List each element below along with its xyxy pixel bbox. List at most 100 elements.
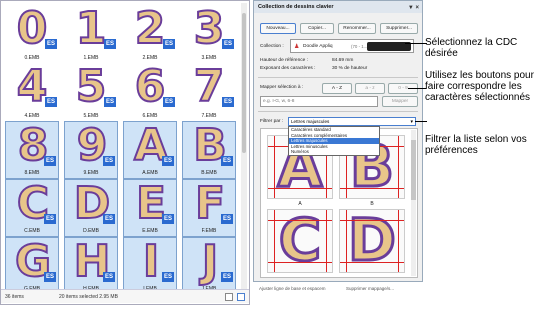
callout-filter: Filtrer la liste selon vos préférences [425,134,527,156]
exponent-value: 30 % de hauteur [332,66,368,71]
chevron-down-icon: ▾ [410,119,413,125]
design-tile[interactable]: 5 ES 5.EMB [64,63,118,121]
mapping-input[interactable]: e.g. I-G, w, 6-8 [260,96,378,107]
tile-filename: B.EMB [201,170,217,176]
es-file-icon: ES [162,156,174,166]
design-tile[interactable]: 0 ES 0.EMB [5,5,59,63]
rename-button[interactable]: Renommer... [338,23,376,34]
callout-map-buttons: Utilisez les boutons pour faire correspo… [425,70,534,103]
copy-button[interactable]: Copier... [300,23,334,34]
tile-filename: 8.EMB [24,170,40,176]
design-tile[interactable]: IESI.EMB [123,237,177,295]
design-tile[interactable]: 9 ES 9.EMB [64,121,118,179]
panel-pin-close-icon[interactable]: ▼ × [408,2,419,14]
scrollbar-thumb[interactable] [242,13,246,153]
design-tile[interactable]: 6 ES 6.EMB [123,63,177,121]
es-file-icon: ES [222,97,234,107]
divider [258,111,418,112]
es-file-icon: ES [104,39,116,49]
callout-select-collection: Sélectionnez la CDC désirée [425,37,518,59]
es-file-icon: ES [45,39,57,49]
collection-selector[interactable]: ♟ Doodle Appliq (70 - 1... [290,39,414,53]
filter-option[interactable]: Numéros [289,149,379,155]
filter-value: Lettres majuscules [291,119,330,124]
adjust-baseline-button[interactable]: Ajuster ligne de base et espacem [259,286,326,291]
preview-character-cell[interactable]: C [267,209,333,273]
design-tile[interactable]: B ES B.EMB [182,121,236,179]
callout-line [405,43,427,44]
es-file-icon: ES [222,39,234,49]
person-icon: ♟ [294,44,300,50]
filter-dropdown[interactable]: Lettres majuscules ▾ [288,117,416,126]
delete-button[interactable]: Supprimer... [380,23,418,34]
guide-line [268,220,332,221]
new-button[interactable]: Nouveau... [260,23,296,34]
collection-label: Collection : [260,44,284,49]
guide-line [340,262,404,263]
design-tile[interactable]: F ES F.EMB [182,179,236,237]
es-file-icon: ES [103,156,115,166]
tile-filename: 7.EMB [201,113,217,119]
es-file-icon: ES [162,214,174,224]
design-tile[interactable]: JESJ.EMB [182,237,236,295]
remove-mapping-button[interactable]: Supprimer mappage/s... [346,286,394,291]
tile-filename: A.EMB [142,170,158,176]
tile-filename: 6.EMB [142,113,158,119]
guide-line [274,136,275,198]
tile-filename: 4.EMB [24,113,40,119]
es-file-icon: ES [44,214,56,224]
design-tile[interactable]: C ES C.EMB [5,179,59,237]
tile-filename: E.EMB [142,228,158,234]
design-tile[interactable]: E ES E.EMB [123,179,177,237]
panel-title: Collection de dessins clavier ▼ × [254,1,422,13]
es-file-icon: ES [103,214,115,224]
guide-line [398,136,399,198]
es-file-icon: ES [103,272,115,282]
design-tile[interactable]: HESH.EMB [64,237,118,295]
es-file-icon: ES [163,39,175,49]
map-az-button[interactable]: A - Z [322,83,352,94]
es-file-icon: ES [44,272,56,282]
preview-character-cell[interactable]: D [339,209,405,273]
library-scrollbar[interactable] [241,3,247,293]
design-tile[interactable]: 4 ES 4.EMB [5,63,59,121]
map-label: Mapper sélection à : [260,85,304,90]
design-tile[interactable]: A ES A.EMB [123,121,177,179]
tile-filename: D.EMB [83,228,99,234]
guide-line [340,220,404,221]
tile-filename: C.EMB [24,228,40,234]
es-file-icon: ES [221,214,233,224]
design-tile[interactable]: 7 ES 7.EMB [182,63,236,121]
exponent-label: Exposant des caractères : [260,66,316,71]
guide-line [346,210,347,272]
es-file-icon: ES [162,272,174,282]
guide-line [326,210,327,272]
map-button[interactable]: Mapper [382,96,418,107]
design-tile[interactable]: GESG.EMB [5,237,59,295]
list-view-icon[interactable] [225,293,233,301]
design-library-pane: 0 ES 0.EMB 1 ES 1.EMB 2 ES 2.EMB 3 ES 3.EMB 4 ES 4.EMB… [0,0,250,305]
design-tile[interactable]: 2 ES 2.EMB [123,5,177,63]
es-file-icon: ES [44,156,56,166]
design-tile[interactable]: 1 ES 1.EMB [64,5,118,63]
design-tile[interactable]: 3 ES 3.EMB [182,5,236,63]
guide-line [340,188,404,189]
scrollbar-thumb[interactable] [411,140,416,200]
es-file-icon: ES [221,272,233,282]
design-tile[interactable]: 8 ES 8.EMB [5,121,59,179]
design-tile[interactable]: D ES D.EMB [64,179,118,237]
keyboard-collection-panel: Collection de dessins clavier ▼ × Nouvea… [253,0,423,282]
es-file-icon: ES [104,97,116,107]
preview-scrollbar[interactable] [411,130,416,276]
es-file-icon: ES [221,156,233,166]
ref-height-label: Hauteur de référence : [260,58,308,63]
map-lowercase-button[interactable]: a - z [355,83,385,94]
tile-filename: 5.EMB [83,113,99,119]
ref-height-value: 84.69 mm [332,58,354,63]
callout-line [408,88,426,89]
thumbnail-view-icon[interactable] [237,293,245,301]
callout-line [415,121,427,122]
filter-label: Filtrer par : [260,119,284,124]
guide-line [268,262,332,263]
filter-dropdown-list: Caractères standard Caractères complément… [288,126,380,156]
